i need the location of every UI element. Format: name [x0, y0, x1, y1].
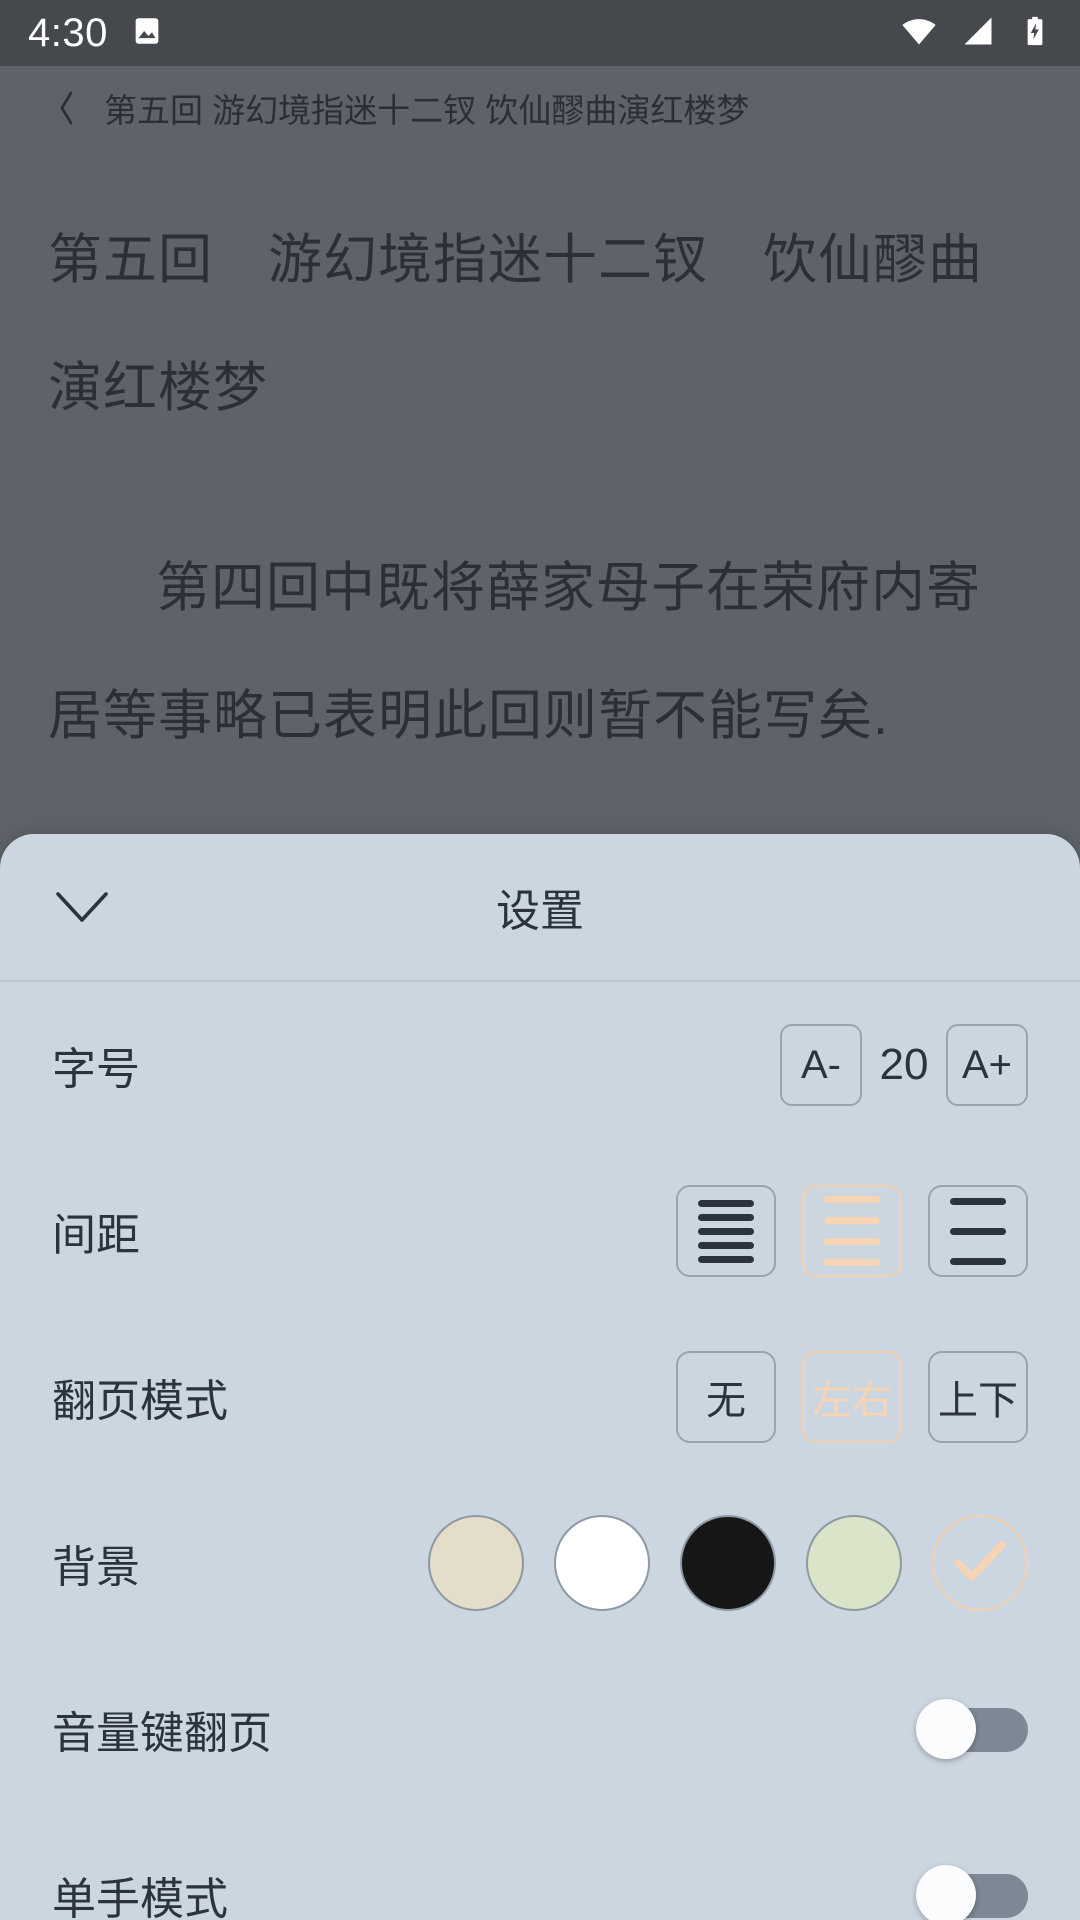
- line-spacing-medium-icon: [824, 1196, 880, 1266]
- settings-title: 设置: [496, 887, 584, 936]
- setting-row-volume-page-turn: 音量键翻页: [0, 1646, 1080, 1812]
- settings-sheet: 设置 字号 A- 20 A+ 间距 翻页模式 无 左右 上下 背景 音量键翻页 …: [0, 834, 1080, 1920]
- one-hand-mode-control: [916, 1865, 1028, 1920]
- wifi-icon: [900, 12, 938, 55]
- reader-heading: 第五回 游幻境指迷十二钗 饮仙醪曲演红楼梦: [48, 230, 983, 418]
- spacing-option-loose[interactable]: [928, 1185, 1028, 1277]
- background-swatch-white[interactable]: [554, 1515, 650, 1611]
- volume-page-turn-label: 音量键翻页: [52, 1709, 272, 1758]
- background-swatch-black[interactable]: [680, 1515, 776, 1611]
- font-size-stepper: A- 20 A+: [780, 1024, 1028, 1106]
- font-size-decrease-button[interactable]: A-: [780, 1024, 862, 1106]
- status-bar-notification-icons: [130, 14, 164, 53]
- image-icon: [130, 14, 164, 53]
- setting-row-font-size: 字号 A- 20 A+: [0, 982, 1080, 1148]
- reader-chapter-title: 第五回 游幻境指迷十二钗 饮仙醪曲演红楼梦: [104, 92, 750, 129]
- one-hand-mode-toggle[interactable]: [916, 1865, 1028, 1920]
- check-icon: [952, 1538, 1008, 1589]
- font-size-label: 字号: [52, 1045, 140, 1094]
- font-size-value: 20: [879, 1040, 929, 1089]
- setting-row-background: 背景: [0, 1480, 1080, 1646]
- cellular-signal-icon: [960, 13, 996, 54]
- font-size-increase-button[interactable]: A+: [946, 1024, 1028, 1106]
- screen: 4:30 第五回 游幻境指迷十二钗 饮仙醪曲演红楼梦 第五回 游幻境指迷十二钗 …: [0, 0, 1080, 1920]
- volume-page-turn-control: [916, 1699, 1028, 1759]
- toggle-knob: [916, 1865, 976, 1920]
- chevron-down-icon[interactable]: [52, 877, 112, 937]
- spacing-option-medium[interactable]: [802, 1185, 902, 1277]
- volume-page-turn-toggle[interactable]: [916, 1699, 1028, 1759]
- page-mode-option-none[interactable]: 无: [676, 1351, 776, 1443]
- battery-charging-icon: [1018, 14, 1052, 53]
- setting-row-one-hand-mode: 单手模式 点击左右两侧翻下一页: [0, 1812, 1080, 1920]
- reader-top-bar: 第五回 游幻境指迷十二钗 饮仙醪曲演红楼梦: [0, 66, 1080, 150]
- page-mode-label: 翻页模式: [52, 1377, 228, 1426]
- page-mode-option-horizontal[interactable]: 左右: [802, 1351, 902, 1443]
- reader-content[interactable]: 第五回 游幻境指迷十二钗 饮仙醪曲演红楼梦 第四回中既将薛家母子在荣府内寄居等事…: [0, 150, 1080, 780]
- background-swatch-green[interactable]: [806, 1515, 902, 1611]
- reader-paragraph: 第四回中既将薛家母子在荣府内寄居等事略已表明此回则暂不能写矣.: [48, 558, 981, 746]
- setting-row-spacing: 间距: [0, 1148, 1080, 1314]
- toggle-knob: [916, 1699, 976, 1759]
- spacing-label: 间距: [52, 1211, 140, 1260]
- background-label: 背景: [52, 1543, 140, 1592]
- page-mode-options: 无 左右 上下: [650, 1351, 1028, 1443]
- status-bar: 4:30: [0, 0, 1080, 66]
- spacing-option-tight[interactable]: [676, 1185, 776, 1277]
- line-spacing-loose-icon: [950, 1197, 1006, 1265]
- settings-rows: 字号 A- 20 A+ 间距 翻页模式 无 左右 上下 背景 音量键翻页 单手模…: [0, 982, 1080, 1920]
- status-bar-clock: 4:30: [28, 11, 108, 55]
- back-chevron-icon[interactable]: [54, 88, 78, 128]
- status-bar-system-icons: [900, 12, 1052, 55]
- background-swatch-beige[interactable]: [428, 1515, 524, 1611]
- spacing-options: [650, 1185, 1028, 1277]
- line-spacing-tight-icon: [698, 1199, 754, 1263]
- page-mode-option-vertical[interactable]: 上下: [928, 1351, 1028, 1443]
- setting-row-page-mode: 翻页模式 无 左右 上下: [0, 1314, 1080, 1480]
- background-swatches: [398, 1515, 1028, 1611]
- one-hand-mode-label: 单手模式: [52, 1875, 228, 1920]
- settings-header: 设置: [0, 834, 1080, 982]
- background-swatch-current[interactable]: [932, 1515, 1028, 1611]
